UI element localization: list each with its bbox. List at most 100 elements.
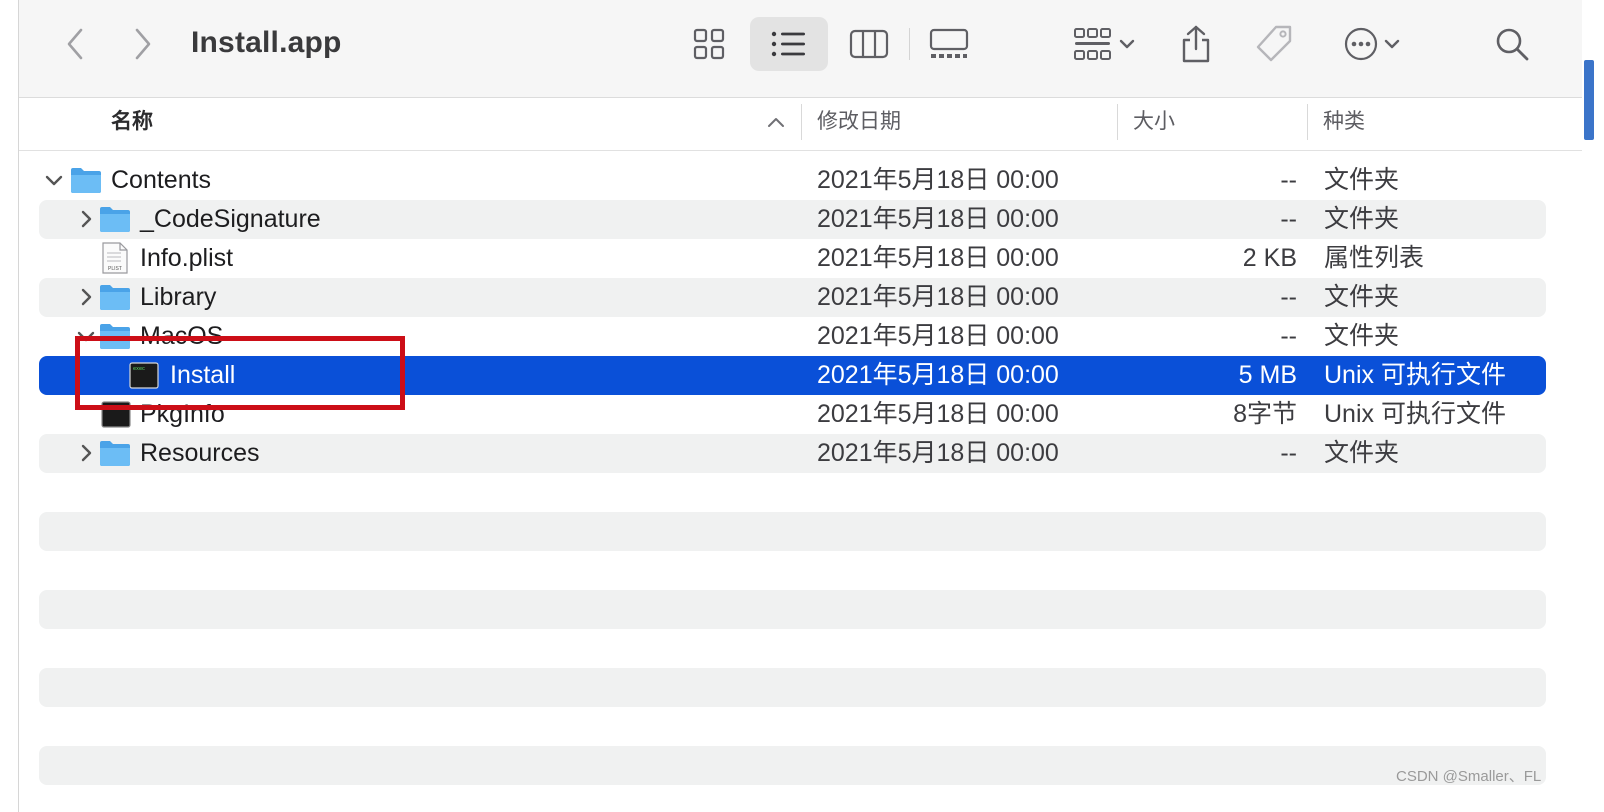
tag-button[interactable] xyxy=(1249,18,1299,70)
file-name: Contents xyxy=(111,166,212,194)
file-date: 2021年5月18日 00:00 xyxy=(817,205,1059,233)
file-name: Info.plist xyxy=(140,244,234,272)
background-window-edge xyxy=(1582,0,1604,812)
file-name: Library xyxy=(140,283,217,311)
search-icon xyxy=(1496,28,1529,61)
chevron-right-icon[interactable] xyxy=(76,209,96,229)
background-window-accent xyxy=(1584,60,1594,140)
file-row[interactable]: _CodeSignature 2021年5月18日 00:00 -- 文件夹 xyxy=(39,200,1546,239)
share-button[interactable] xyxy=(1171,18,1221,70)
chevron-right-icon[interactable] xyxy=(76,287,96,307)
chevron-down-icon xyxy=(1119,39,1135,49)
empty-row xyxy=(39,746,1546,785)
file-size: 8字节 xyxy=(1233,400,1297,428)
svg-text:exec: exec xyxy=(105,405,117,411)
toolbar: Install.app xyxy=(19,0,1583,98)
file-size: 5 MB xyxy=(1238,361,1297,389)
column-separator[interactable] xyxy=(801,104,802,140)
file-size: -- xyxy=(1280,283,1297,311)
chevron-down-icon[interactable] xyxy=(76,326,96,346)
watermark: CSDN @Smaller、FL xyxy=(1396,768,1542,785)
file-row[interactable]: Library 2021年5月18日 00:00 -- 文件夹 xyxy=(39,278,1546,317)
file-kind: 文件夹 xyxy=(1324,283,1400,311)
file-name: MacOS xyxy=(140,322,224,350)
empty-row xyxy=(39,590,1546,629)
chevron-right-icon xyxy=(135,28,151,60)
list-view-button[interactable] xyxy=(750,17,828,71)
file-date: 2021年5月18日 00:00 xyxy=(817,283,1059,311)
gallery-view-button[interactable] xyxy=(919,18,979,70)
share-icon xyxy=(1182,25,1210,63)
window-title: Install.app xyxy=(191,26,342,59)
sort-ascending-icon[interactable] xyxy=(767,116,785,128)
file-row-selected[interactable]: exec Install 2021年5月18日 00:00 5 MB Unix … xyxy=(39,356,1546,395)
empty-row xyxy=(39,512,1546,551)
folder-icon xyxy=(100,324,130,349)
file-size: 2 KB xyxy=(1242,244,1297,272)
back-button[interactable] xyxy=(57,22,93,66)
column-header: 名称 修改日期 大小 种类 xyxy=(19,98,1583,151)
finder-window: Install.app 名称 修改日期 大小 种类 Contents 2021年… xyxy=(18,0,1583,812)
file-kind: Unix 可执行文件 xyxy=(1324,400,1506,428)
file-row[interactable]: Resources 2021年5月18日 00:00 -- 文件夹 xyxy=(39,434,1546,473)
chevron-left-icon xyxy=(67,28,83,60)
column-view-icon xyxy=(849,29,889,59)
gallery-view-icon xyxy=(929,28,969,58)
column-separator[interactable] xyxy=(1117,104,1118,140)
icon-view-button[interactable] xyxy=(679,18,739,70)
terminal-exec-icon: exec xyxy=(129,362,159,389)
group-button[interactable] xyxy=(1064,18,1144,70)
svg-text:exec: exec xyxy=(133,366,145,372)
file-date: 2021年5月18日 00:00 xyxy=(817,361,1059,389)
terminal-exec-icon: exec xyxy=(101,401,131,428)
more-icon xyxy=(1344,27,1378,61)
more-actions-button[interactable] xyxy=(1334,18,1410,70)
file-kind: Unix 可执行文件 xyxy=(1324,361,1506,389)
file-kind: 属性列表 xyxy=(1324,244,1425,272)
file-date: 2021年5月18日 00:00 xyxy=(817,439,1059,467)
chevron-down-icon xyxy=(1384,39,1400,49)
column-header-size[interactable]: 大小 xyxy=(1133,98,1175,150)
file-date: 2021年5月18日 00:00 xyxy=(817,244,1059,272)
column-view-button[interactable] xyxy=(839,18,899,70)
file-date: 2021年5月18日 00:00 xyxy=(817,322,1059,350)
folder-icon xyxy=(100,207,130,232)
file-name: Resources xyxy=(140,439,260,467)
chevron-down-icon[interactable] xyxy=(44,170,64,190)
file-row[interactable]: Contents 2021年5月18日 00:00 -- 文件夹 xyxy=(39,161,1546,200)
file-kind: 文件夹 xyxy=(1324,205,1400,233)
file-kind: 文件夹 xyxy=(1324,322,1400,350)
group-icon xyxy=(1074,28,1111,60)
file-size: -- xyxy=(1280,322,1297,350)
svg-text:PLIST: PLIST xyxy=(108,266,122,272)
file-name: _CodeSignature xyxy=(140,205,321,233)
file-name: Install xyxy=(170,361,236,389)
file-size: -- xyxy=(1280,439,1297,467)
forward-button[interactable] xyxy=(125,22,161,66)
folder-icon xyxy=(71,168,101,193)
file-row[interactable]: exec PkgInfo 2021年5月18日 00:00 8字节 Unix 可… xyxy=(39,395,1546,434)
folder-icon xyxy=(100,285,130,310)
column-header-name[interactable]: 名称 xyxy=(111,98,153,150)
file-row[interactable]: MacOS 2021年5月18日 00:00 -- 文件夹 xyxy=(39,317,1546,356)
file-size: -- xyxy=(1280,205,1297,233)
plist-file-icon: PLIST xyxy=(102,242,128,274)
column-separator[interactable] xyxy=(1307,104,1308,140)
grid-view-icon xyxy=(693,28,725,60)
tag-icon xyxy=(1256,25,1292,62)
list-view-icon xyxy=(771,31,805,57)
toolbar-divider xyxy=(909,28,910,60)
folder-icon xyxy=(100,441,130,466)
file-row[interactable]: PLIST Info.plist 2021年5月18日 00:00 2 KB 属… xyxy=(39,239,1546,278)
file-kind: 文件夹 xyxy=(1324,439,1400,467)
column-header-modified[interactable]: 修改日期 xyxy=(817,98,901,150)
file-size: -- xyxy=(1280,166,1297,194)
file-date: 2021年5月18日 00:00 xyxy=(817,166,1059,194)
column-header-kind[interactable]: 种类 xyxy=(1323,98,1365,150)
file-name: PkgInfo xyxy=(140,400,225,428)
chevron-right-icon[interactable] xyxy=(76,443,96,463)
file-kind: 文件夹 xyxy=(1324,166,1400,194)
file-date: 2021年5月18日 00:00 xyxy=(817,400,1059,428)
search-button[interactable] xyxy=(1487,18,1537,70)
empty-row xyxy=(39,668,1546,707)
